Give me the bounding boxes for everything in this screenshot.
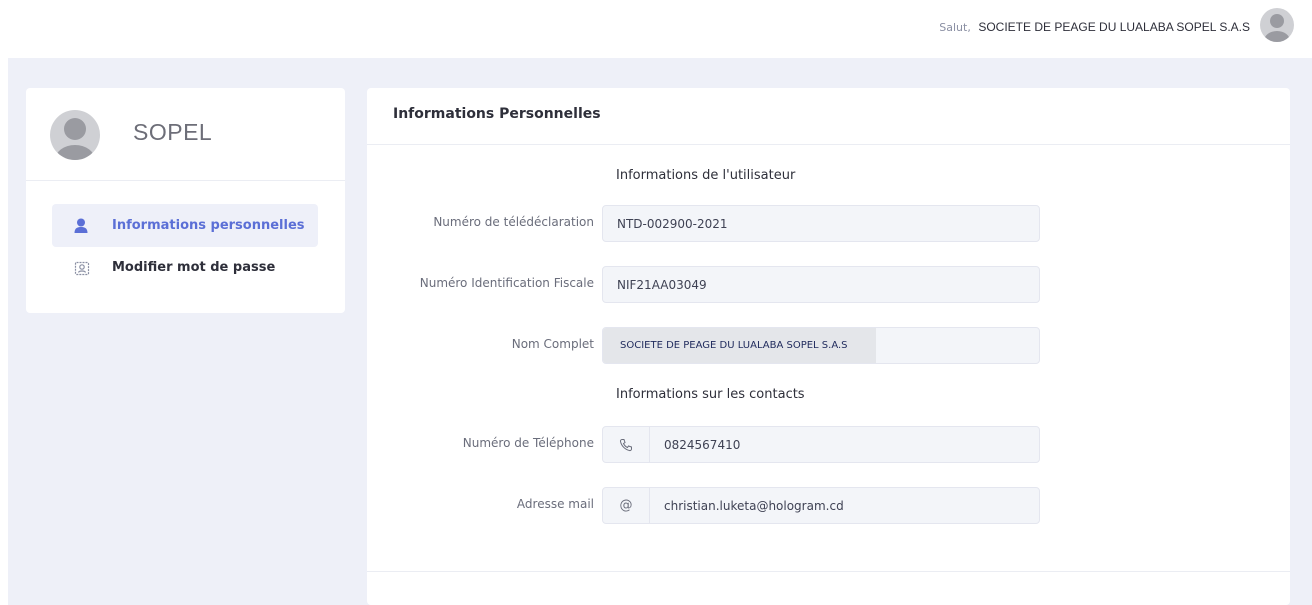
- nif-field[interactable]: NIF21AA03049: [602, 266, 1040, 303]
- profile-sidebar: SOPEL Informations personnelles Modifier…: [26, 88, 345, 313]
- section-title-user: Informations de l'utilisateur: [616, 168, 796, 183]
- user-greeting: Salut, SOCIETE DE PEAGE DU LUALABA SOPEL…: [939, 20, 1250, 34]
- nom-complet-field[interactable]: SOCIETE DE PEAGE DU LUALABA SOPEL S.A.S: [602, 327, 1040, 364]
- user-name[interactable]: SOCIETE DE PEAGE DU LUALABA SOPEL S.A.S: [978, 20, 1250, 34]
- id-card-icon: [74, 260, 102, 276]
- section-title-contacts: Informations sur les contacts: [616, 387, 805, 402]
- card-header: Informations Personnelles: [367, 88, 1290, 145]
- sidebar-item-label: Modifier mot de passe: [112, 260, 276, 275]
- email-label: Adresse mail: [516, 497, 594, 511]
- sidebar-item-informations-personnelles[interactable]: Informations personnelles: [52, 204, 318, 247]
- at-icon: @: [603, 488, 650, 523]
- email-field[interactable]: @ christian.luketa@hologram.cd: [602, 487, 1040, 524]
- page-title: Informations Personnelles: [393, 106, 601, 122]
- teledeclaration-field[interactable]: NTD-002900-2021: [602, 205, 1040, 242]
- profile-avatar-icon: [50, 110, 100, 160]
- telephone-value: 0824567410: [664, 437, 741, 452]
- personal-info-card: Informations Personnelles Informations d…: [367, 88, 1290, 605]
- profile-name: SOPEL: [133, 119, 213, 145]
- nom-complet-label: Nom Complet: [511, 337, 594, 351]
- user-icon: [74, 218, 102, 234]
- card-footer-divider: [367, 571, 1290, 572]
- profile-header: SOPEL: [26, 88, 345, 181]
- nom-complet-value: SOCIETE DE PEAGE DU LUALABA SOPEL S.A.S: [603, 328, 876, 363]
- greeting-prefix: Salut,: [939, 21, 971, 34]
- email-value: christian.luketa@hologram.cd: [664, 498, 844, 513]
- phone-icon: [603, 427, 650, 462]
- telephone-field[interactable]: 0824567410: [602, 426, 1040, 463]
- sidebar-item-modifier-mot-de-passe[interactable]: Modifier mot de passe: [52, 246, 318, 289]
- telephone-label: Numéro de Téléphone: [462, 436, 594, 450]
- teledeclaration-label: Numéro de télédéclaration: [433, 215, 594, 229]
- nif-label: Numéro Identification Fiscale: [419, 276, 594, 290]
- sidebar-item-label: Informations personnelles: [112, 218, 305, 233]
- top-bar: Salut, SOCIETE DE PEAGE DU LUALABA SOPEL…: [0, 0, 1312, 58]
- user-avatar-icon[interactable]: [1260, 8, 1294, 42]
